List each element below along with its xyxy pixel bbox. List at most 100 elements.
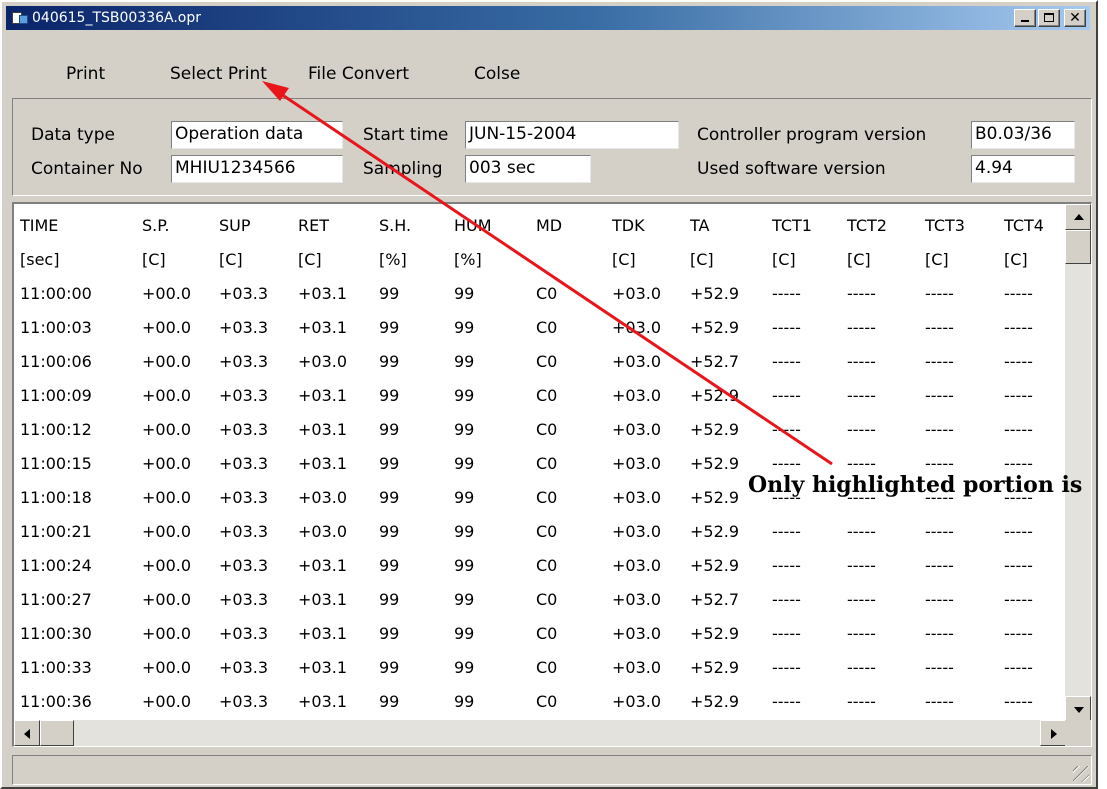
scroll-down-button[interactable] — [1065, 696, 1091, 722]
table-cell-tct1: ----- — [772, 318, 801, 337]
table-cell-tct4: ----- — [1004, 318, 1033, 337]
table-cell-s-h: 99 — [379, 624, 400, 643]
table-cell-tct1: ----- — [772, 556, 801, 575]
table-cell-ret: +03.1 — [298, 658, 348, 677]
menu-select-print[interactable]: Select Print — [170, 64, 267, 84]
table-cell-tdk: +03.0 — [612, 318, 662, 337]
table-cell-ta: +52.9 — [690, 386, 740, 405]
table-cell-time: 11:00:21 — [20, 522, 92, 541]
table-cell-md: C0 — [536, 692, 558, 711]
table-cell-tct4: ----- — [1004, 420, 1033, 439]
table-cell-s-p: +00.0 — [142, 692, 192, 711]
table-cell-ta: +52.9 — [690, 454, 740, 473]
menu-colse[interactable]: Colse — [474, 64, 520, 84]
menu-print[interactable]: Print — [66, 64, 105, 84]
table-cell-s-h: 99 — [379, 556, 400, 575]
close-icon[interactable]: ✕ — [1064, 9, 1086, 27]
scroll-left-button[interactable] — [14, 720, 40, 746]
table-cell-hum: 99 — [454, 386, 475, 405]
table-cell-time: 11:00:18 — [20, 488, 92, 507]
vertical-scroll-thumb[interactable] — [1065, 230, 1091, 264]
table-cell-tct4: ----- — [1004, 590, 1033, 609]
table-cell-time: 11:00:00 — [20, 284, 92, 303]
scrollbar-corner — [1065, 720, 1091, 746]
column-header-md: MD — [536, 216, 563, 235]
table-cell-tct3: ----- — [925, 454, 954, 473]
table-cell-tct2: ----- — [847, 522, 876, 541]
unit-cell-sup: [C] — [219, 250, 243, 269]
table-cell-tdk: +03.0 — [612, 658, 662, 677]
table-cell-time: 11:00:06 — [20, 352, 92, 371]
table-cell-tct3: ----- — [925, 420, 954, 439]
table-cell-ret: +03.1 — [298, 386, 348, 405]
column-header-tdk: TDK — [612, 216, 645, 235]
start-time-field: JUN-15-2004 — [465, 121, 679, 149]
software-version-label: Used software version — [697, 159, 886, 179]
table-cell-tct2: ----- — [847, 420, 876, 439]
table-cell-ta: +52.9 — [690, 284, 740, 303]
table-cell-tct4: ----- — [1004, 284, 1033, 303]
table-cell-tdk: +03.0 — [612, 692, 662, 711]
table-cell-md: C0 — [536, 420, 558, 439]
maximize-icon[interactable] — [1038, 9, 1060, 27]
column-header-tct2: TCT2 — [847, 216, 887, 235]
table-cell-s-p: +00.0 — [142, 352, 192, 371]
column-header-ret: RET — [298, 216, 329, 235]
table-cell-sup: +03.3 — [219, 692, 269, 711]
table-cell-tct4: ----- — [1004, 386, 1033, 405]
horizontal-scroll-thumb[interactable] — [40, 720, 74, 746]
table-cell-tct1: ----- — [772, 454, 801, 473]
menu-file-convert[interactable]: File Convert — [308, 64, 409, 84]
table-cell-ta: +52.9 — [690, 692, 740, 711]
table-cell-md: C0 — [536, 318, 558, 337]
table-cell-tct3: ----- — [925, 590, 954, 609]
arrow-down-icon — [1074, 707, 1084, 713]
table-cell-ret: +03.1 — [298, 284, 348, 303]
scroll-right-button[interactable] — [1040, 720, 1066, 746]
document-icon — [12, 10, 28, 26]
container-no-field: MHIU1234566 — [171, 155, 343, 183]
table-cell-hum: 99 — [454, 488, 475, 507]
table-cell-s-h: 99 — [379, 488, 400, 507]
table-cell-tct3: ----- — [925, 658, 954, 677]
table-cell-ta: +52.9 — [690, 420, 740, 439]
table-cell-tct1: ----- — [772, 284, 801, 303]
status-bar — [12, 755, 1092, 785]
table-cell-tct1: ----- — [772, 420, 801, 439]
unit-cell-tct3: [C] — [925, 250, 949, 269]
arrow-right-icon — [1051, 729, 1057, 739]
table-cell-tct4: ----- — [1004, 454, 1033, 473]
table-cell-tdk: +03.0 — [612, 522, 662, 541]
scroll-up-button[interactable] — [1065, 204, 1091, 230]
horizontal-scrollbar[interactable] — [14, 720, 1066, 746]
unit-cell-tct1: [C] — [772, 250, 796, 269]
table-cell-tct3: ----- — [925, 692, 954, 711]
table-cell-tct2: ----- — [847, 692, 876, 711]
table-cell-md: C0 — [536, 284, 558, 303]
minimize-icon[interactable] — [1014, 9, 1036, 27]
table-cell-tct1: ----- — [772, 590, 801, 609]
table-cell-tct2: ----- — [847, 318, 876, 337]
table-cell-md: C0 — [536, 590, 558, 609]
table-cell-tdk: +03.0 — [612, 420, 662, 439]
unit-cell-s-p: [C] — [142, 250, 166, 269]
table-cell-tct1: ----- — [772, 658, 801, 677]
unit-cell-s-h: [%] — [379, 250, 407, 269]
table-cell-md: C0 — [536, 556, 558, 575]
vertical-scrollbar[interactable] — [1065, 204, 1091, 722]
table-cell-s-p: +00.0 — [142, 386, 192, 405]
table-cell-hum: 99 — [454, 284, 475, 303]
table-cell-tct2: ----- — [847, 352, 876, 371]
table-cell-time: 11:00:27 — [20, 590, 92, 609]
table-cell-sup: +03.3 — [219, 658, 269, 677]
resize-grip-icon[interactable] — [1073, 766, 1089, 782]
title-bar[interactable]: 040615_TSB00336A.opr ✕ — [6, 6, 1090, 30]
table-cell-md: C0 — [536, 624, 558, 643]
arrow-left-icon — [24, 729, 30, 739]
table-cell-s-h: 99 — [379, 420, 400, 439]
app-window: 040615_TSB00336A.opr ✕ Print Select Prin… — [0, 0, 1098, 789]
table-cell-tdk: +03.0 — [612, 284, 662, 303]
table-cell-hum: 99 — [454, 624, 475, 643]
column-header-sup: SUP — [219, 216, 251, 235]
table-cell-tct1: ----- — [772, 386, 801, 405]
